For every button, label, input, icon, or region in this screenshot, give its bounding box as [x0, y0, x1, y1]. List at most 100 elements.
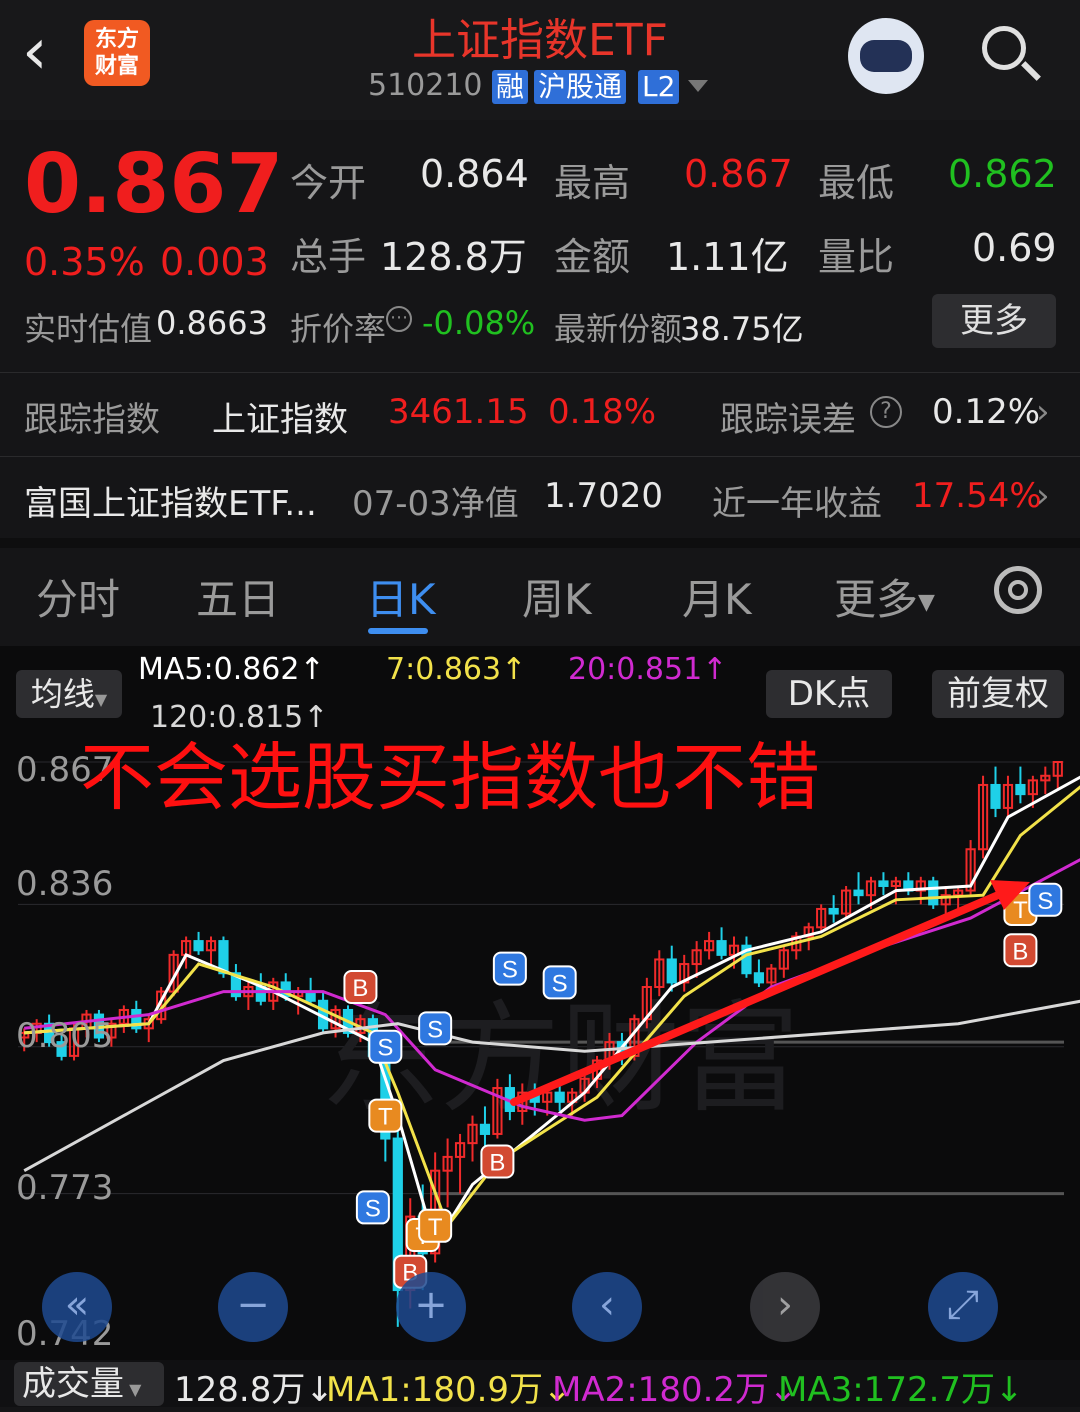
y-tick-label: 0.836	[16, 864, 114, 904]
candle-body	[193, 940, 204, 952]
up-arrow-icon: ↑	[702, 652, 728, 687]
ma7-value: 7:0.863↑	[386, 652, 526, 687]
vol-ma1-text: MA1:180.9万	[326, 1370, 544, 1410]
robot-avatar-icon[interactable]	[848, 18, 924, 94]
discount-label: 折价率	[290, 310, 387, 348]
ma-button[interactable]: 均线▼	[16, 670, 122, 718]
brand-text-top: 东方	[94, 27, 139, 52]
level2-tag: L2	[638, 70, 680, 104]
tab-monthly-k[interactable]: 月K	[682, 566, 752, 627]
chevron-right-icon[interactable]: ›	[1036, 392, 1050, 432]
tracking-label: 跟踪指数	[24, 400, 160, 440]
zoom-in-icon[interactable]: +	[396, 1272, 466, 1342]
tab-more[interactable]: 更多▼	[834, 566, 935, 627]
signal-label: B	[1012, 938, 1028, 965]
amount-value: 1.11亿	[666, 235, 789, 279]
caret-down-icon: ▼	[918, 590, 935, 615]
tab-daily-k[interactable]: 日K	[366, 566, 436, 627]
zoom-out-icon[interactable]: −	[218, 1272, 288, 1342]
signal-label: S	[1037, 888, 1053, 915]
ma7-text: 7:0.863	[386, 652, 502, 687]
candle-body	[928, 880, 939, 906]
high-value: 0.867	[684, 152, 793, 196]
code-dropdown-icon[interactable]	[688, 80, 708, 92]
margin-tag: 融	[492, 70, 529, 104]
signal-label: S	[552, 970, 568, 997]
tab-more-label: 更多	[834, 575, 919, 624]
search-icon[interactable]	[982, 26, 1026, 70]
candle-body	[878, 880, 889, 887]
change-amount: 0.003	[160, 240, 269, 284]
iopv-value: 0.8663	[156, 304, 268, 342]
fund-name[interactable]: 富国上证指数ETF...	[24, 476, 317, 525]
up-arrow-icon: ↑	[299, 652, 325, 687]
tab-intraday[interactable]: 分时	[36, 566, 120, 627]
right-arrow-icon[interactable]: ›	[750, 1272, 820, 1342]
tab-weekly-k[interactable]: 周K	[522, 566, 592, 627]
help-icon[interactable]: ?	[870, 396, 902, 428]
vol-ma3: MA3:172.7万↓	[778, 1362, 1024, 1411]
candle-body	[716, 940, 727, 956]
volume-value: 128.8万↓	[174, 1362, 334, 1411]
candle-body	[666, 958, 677, 984]
shares-label: 最新份额	[554, 310, 683, 348]
tab-five-day[interactable]: 五日	[196, 566, 280, 627]
ma20-value: 20:0.851↑	[568, 652, 727, 687]
gear-icon-center	[1008, 580, 1028, 600]
double-left-arrow-icon[interactable]: «	[42, 1272, 112, 1342]
back-arrow-icon[interactable]: ‹	[22, 20, 72, 84]
candle-body	[554, 1091, 565, 1103]
stock-connect-tag: 沪股通	[534, 70, 627, 104]
signal-label: S	[377, 1035, 393, 1062]
signal-label: B	[352, 975, 368, 1002]
active-tab-indicator	[368, 628, 428, 634]
kline-chart[interactable]: 东方财富 BSTSTTBSSBSBTS	[0, 740, 1080, 1360]
divider	[0, 456, 1080, 457]
signal-label: T	[428, 1214, 443, 1241]
signal-label: S	[502, 957, 518, 984]
vol-ma1: MA1:180.9万↓	[326, 1362, 572, 1411]
tracking-error-label: 跟踪误差	[720, 400, 856, 440]
tracking-index-name[interactable]: 上证指数	[212, 392, 348, 441]
divider	[0, 372, 1080, 373]
nav-value: 1.7020	[544, 476, 663, 516]
candle-body	[990, 783, 1001, 809]
down-arrow-icon: ↓	[995, 1370, 1024, 1410]
discount-value: -0.08%	[422, 304, 536, 342]
nav-label: 07-03净值	[352, 484, 519, 524]
volume-ratio-label: 量比	[818, 235, 895, 279]
tracking-error-value: 0.12%	[932, 392, 1041, 432]
ma-button-label: 均线	[30, 675, 95, 713]
ma5-text: MA5:0.862	[138, 652, 300, 687]
return-value: 17.54%	[912, 476, 1042, 516]
section-gap	[0, 538, 1080, 548]
amount-label: 金额	[554, 235, 631, 279]
chevron-right-icon[interactable]: ›	[1036, 476, 1050, 516]
more-button[interactable]: 更多	[932, 294, 1056, 348]
vol-ma2: MA2:180.2万↓	[552, 1362, 798, 1411]
vol-ma3-text: MA3:172.7万	[778, 1370, 996, 1410]
candle-body	[828, 907, 839, 915]
shares-value: 38.75亿	[680, 310, 804, 348]
adjust-button[interactable]: 前复权	[932, 670, 1064, 718]
left-arrow-icon[interactable]: ‹	[572, 1272, 642, 1342]
caret-down-icon: ▼	[94, 690, 108, 709]
brand-text-bottom: 财富	[94, 54, 139, 79]
y-tick-label: 0.805	[16, 1016, 114, 1056]
page-title: 上证指数ETF	[412, 15, 668, 66]
fullscreen-icon[interactable]: ⤢	[928, 1272, 998, 1342]
info-dots-icon[interactable]: ⋯	[386, 306, 412, 332]
iopv-label: 实时估值	[24, 310, 153, 348]
signal-label: S	[427, 1016, 443, 1043]
volume-indicator-button[interactable]: 成交量 ▼	[14, 1362, 164, 1406]
dk-point-button[interactable]: DK点	[766, 670, 892, 718]
vol-ma2-text: MA2:180.2万	[552, 1370, 770, 1410]
ma20-text: 20:0.851	[568, 652, 703, 687]
low-value: 0.862	[948, 152, 1057, 196]
return-label: 近一年收益	[712, 484, 882, 524]
up-arrow-icon: ↑	[501, 652, 527, 687]
low-label: 最低	[818, 161, 895, 205]
last-price: 0.867	[24, 137, 284, 232]
overlay-caption: 不会选股买指数也不错	[80, 735, 820, 821]
candle-body	[479, 1123, 491, 1135]
